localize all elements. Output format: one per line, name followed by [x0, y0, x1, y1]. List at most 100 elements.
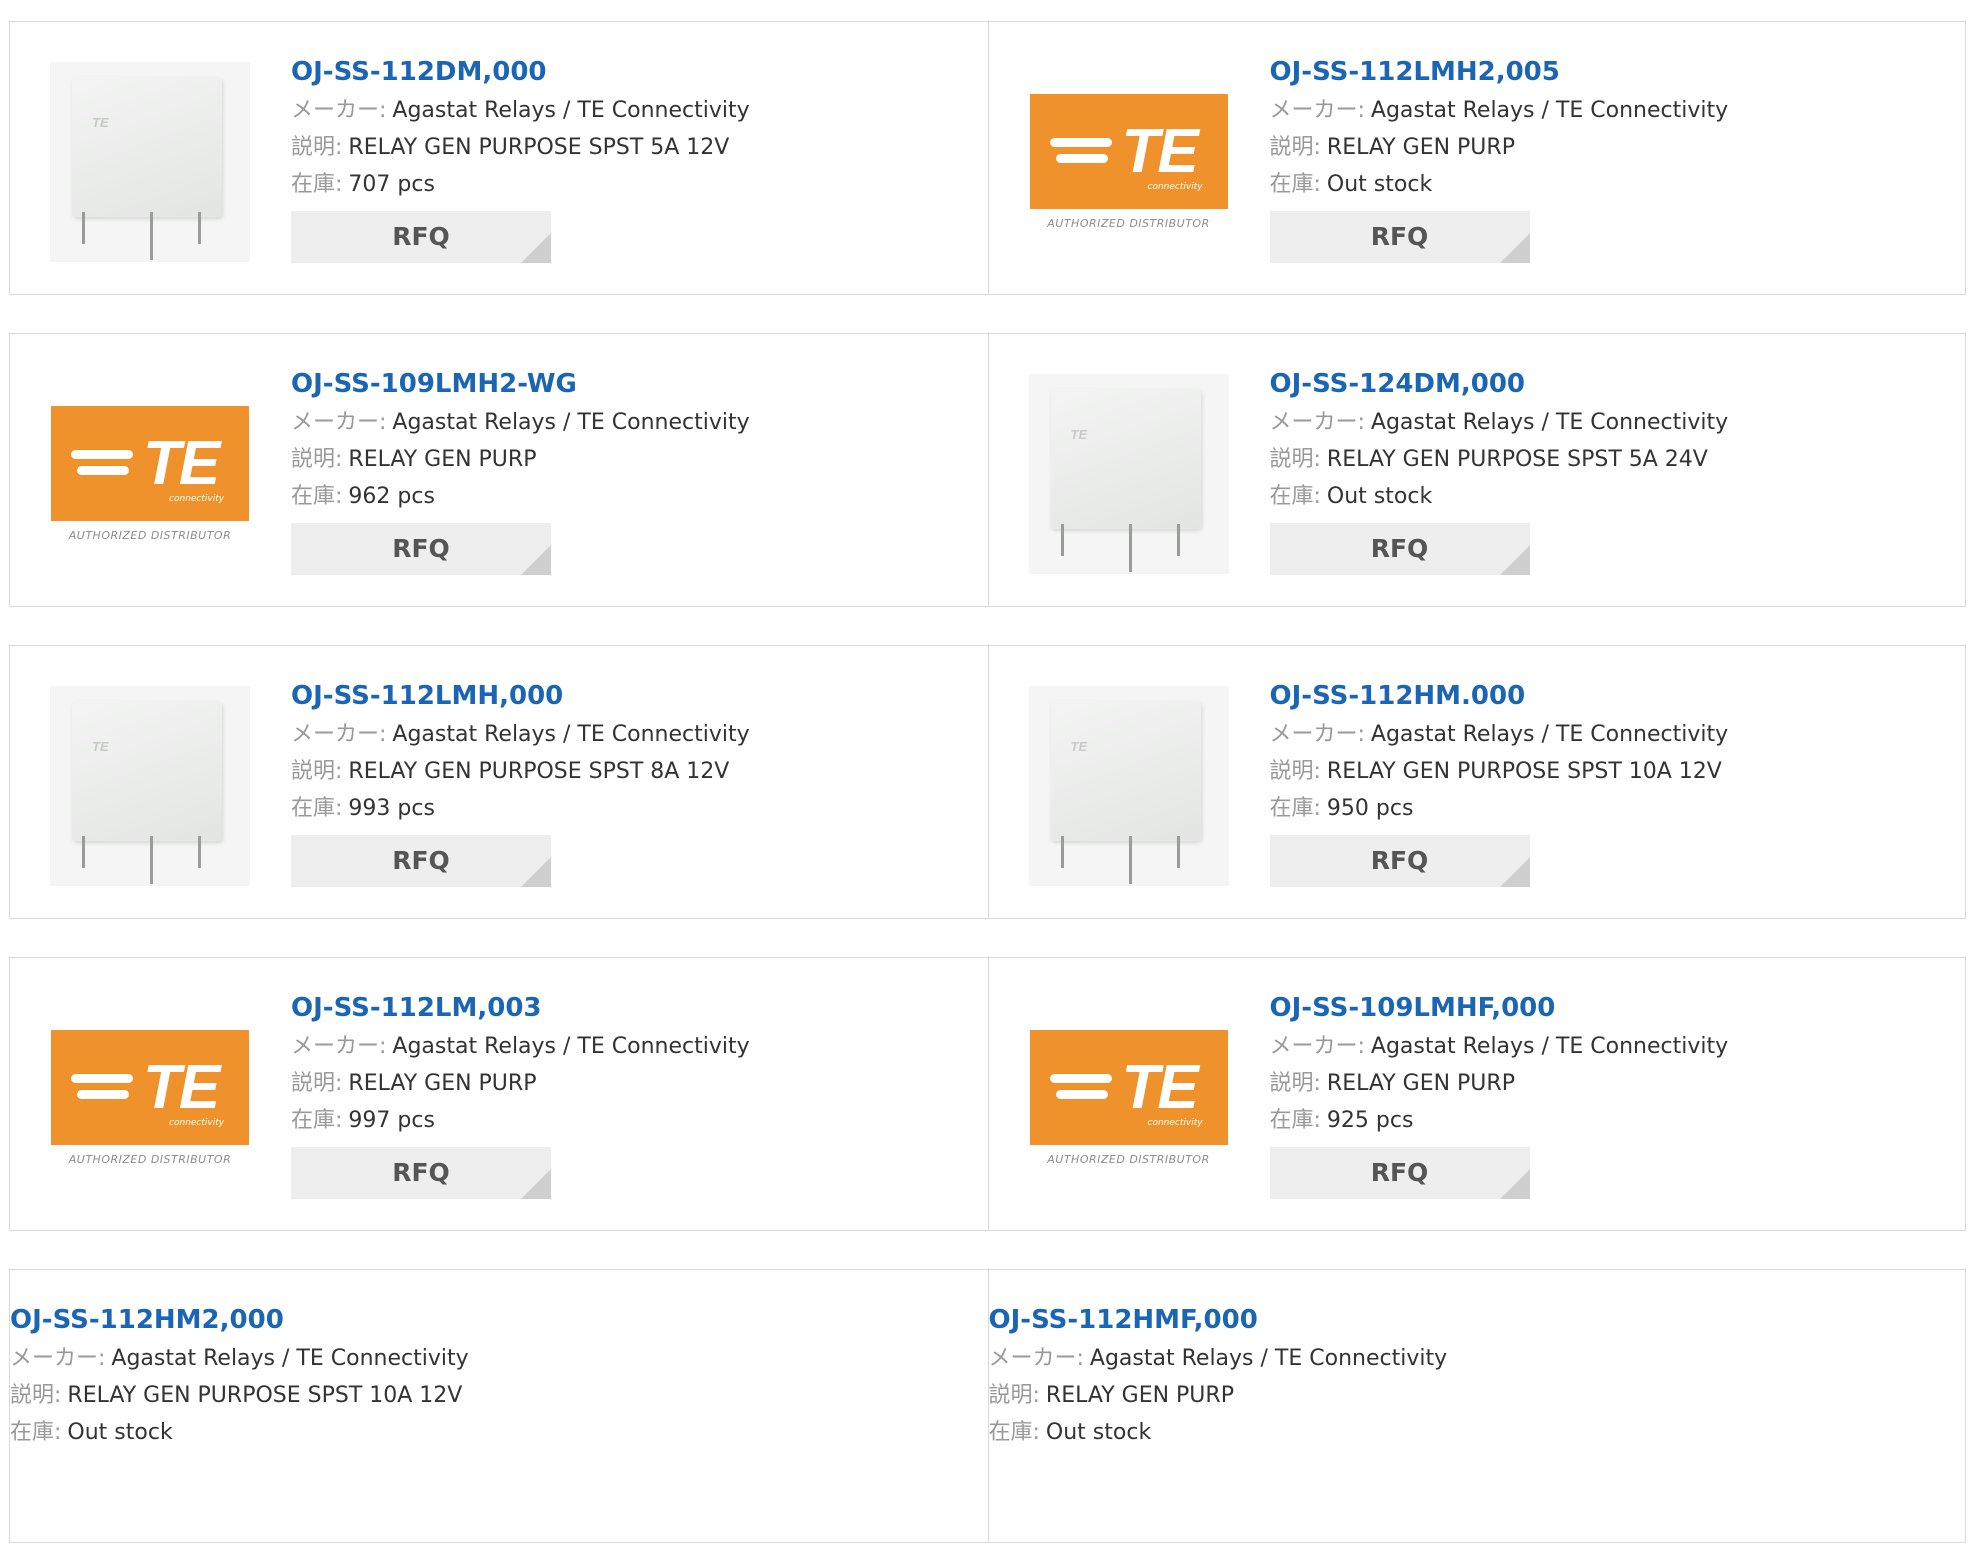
- stock-value: Out stock: [67, 1420, 173, 1445]
- rfq-button[interactable]: RFQ: [1269, 211, 1530, 263]
- relay-product-image: TE: [1028, 374, 1229, 574]
- te-logo-image: TE connectivity AUTHORIZED DISTRIBUTOR: [50, 406, 250, 542]
- product-info: OJ-SS-124DM,000 メーカー: Agastat Relays / TE …: [1269, 364, 1729, 575]
- product-thumbnail[interactable]: TE: [50, 62, 250, 262]
- authorized-distributor-text: AUTHORIZED DISTRIBUTOR: [68, 1153, 232, 1166]
- description-line: 説明: RELAY GEN PURP: [1270, 129, 1729, 166]
- product-thumbnail[interactable]: TE connectivity AUTHORIZED DISTRIBUTOR: [1029, 998, 1229, 1198]
- product-thumbnail[interactable]: TE: [50, 686, 250, 886]
- te-bar: [1049, 138, 1112, 147]
- maker-label: メーカー:: [1269, 1034, 1365, 1059]
- product-row: TE OJ-SS-112DM,000 メーカー: Agastat Relays / T…: [9, 21, 1966, 295]
- stock-value: 950 pcs: [1326, 796, 1414, 821]
- maker-line: メーカー: Agastat Relays / TE Connectivity: [1270, 92, 1729, 129]
- rfq-button[interactable]: RFQ: [1269, 835, 1530, 887]
- product-title-link[interactable]: OJ-SS-112LMH2,005: [1270, 52, 1729, 92]
- product-card: OJ-SS-112HM2,000 メーカー: Agastat Relays / TE…: [10, 1270, 988, 1542]
- relay-body: TE: [1050, 389, 1201, 529]
- te-logo-subtext: connectivity: [1147, 182, 1203, 192]
- stock-value: 925 pcs: [1326, 1108, 1414, 1133]
- maker-value: Agastat Relays / TE Connectivity: [1089, 1346, 1448, 1371]
- maker-label: メーカー:: [1269, 410, 1365, 435]
- stock-label: 在庫:: [291, 1108, 343, 1133]
- rfq-button[interactable]: RFQ: [291, 835, 551, 887]
- product-card: TE connectivity AUTHORIZED DISTRIBUTOR OJ-S…: [987, 22, 1966, 294]
- desc-value: RELAY GEN PURP: [1326, 1071, 1515, 1096]
- te-bar: [1055, 154, 1108, 163]
- desc-label: 説明:: [1269, 447, 1321, 472]
- te-logo-bars: [1049, 138, 1112, 170]
- relay-te-mark: TE: [1070, 427, 1088, 442]
- product-info: OJ-SS-112LM,003 メーカー: Agastat Relays / TE …: [291, 988, 750, 1199]
- stock-line: 在庫: Out stock: [10, 1414, 469, 1451]
- authorized-distributor-text: AUTHORIZED DISTRIBUTOR: [68, 529, 232, 542]
- desc-label: 説明:: [291, 759, 343, 784]
- product-thumbnail[interactable]: TE: [1028, 374, 1229, 574]
- desc-value: RELAY GEN PURPOSE SPST 10A 12V: [67, 1383, 463, 1408]
- maker-label: メーカー:: [291, 98, 387, 123]
- relay-product-image: TE: [50, 62, 250, 262]
- maker-line: メーカー: Agastat Relays / TE Connectivity: [291, 1028, 750, 1065]
- product-card: TE connectivity AUTHORIZED DISTRIBUTOR OJ-S…: [10, 958, 988, 1230]
- product-thumbnail[interactable]: TE connectivity AUTHORIZED DISTRIBUTOR: [50, 374, 250, 574]
- product-title-link[interactable]: OJ-SS-112LM,003: [291, 988, 750, 1028]
- product-thumbnail[interactable]: TE connectivity AUTHORIZED DISTRIBUTOR: [1029, 62, 1229, 262]
- maker-line: メーカー: Agastat Relays / TE Connectivity: [1270, 716, 1729, 753]
- stock-label: 在庫:: [10, 1420, 62, 1445]
- product-title-link[interactable]: OJ-SS-124DM,000: [1270, 364, 1729, 404]
- description-line: 説明: RELAY GEN PURPOSE SPST 8A 12V: [291, 753, 750, 790]
- product-card: TE connectivity AUTHORIZED DISTRIBUTOR OJ-S…: [10, 334, 988, 606]
- rfq-button[interactable]: RFQ: [291, 211, 551, 263]
- product-title-link[interactable]: OJ-SS-112HMF,000: [989, 1300, 1448, 1340]
- maker-value: Agastat Relays / TE Connectivity: [1370, 722, 1729, 747]
- rfq-corner-decoration: [1499, 857, 1530, 887]
- product-thumbnail[interactable]: TE: [1028, 686, 1229, 886]
- maker-line: メーカー: Agastat Relays / TE Connectivity: [291, 404, 750, 441]
- stock-line: 在庫: 993 pcs: [291, 790, 750, 827]
- te-logo-text: TE: [1121, 117, 1199, 186]
- te-logo-box: TE connectivity: [1029, 1030, 1228, 1145]
- maker-value: Agastat Relays / TE Connectivity: [1370, 410, 1729, 435]
- product-info: OJ-SS-112HMF,000 メーカー: Agastat Relays / TE…: [989, 1300, 1448, 1451]
- rfq-label: RFQ: [1370, 534, 1429, 563]
- desc-value: RELAY GEN PURP: [348, 1071, 537, 1096]
- relay-te-mark: TE: [1070, 739, 1088, 754]
- stock-label: 在庫:: [1269, 484, 1321, 509]
- stock-value: 707 pcs: [348, 172, 435, 197]
- rfq-button[interactable]: RFQ: [291, 1147, 551, 1199]
- te-logo-subtext: connectivity: [169, 1118, 225, 1128]
- te-bar: [1055, 1090, 1108, 1099]
- description-line: 説明: RELAY GEN PURPOSE SPST 5A 24V: [1270, 441, 1729, 478]
- product-title-link[interactable]: OJ-SS-109LMH2-WG: [291, 364, 750, 404]
- product-row: TE connectivity AUTHORIZED DISTRIBUTOR OJ-S…: [9, 957, 1966, 1231]
- stock-value: Out stock: [1045, 1420, 1152, 1445]
- te-logo-subtext: connectivity: [1147, 1118, 1203, 1128]
- product-title-link[interactable]: OJ-SS-112DM,000: [291, 52, 750, 92]
- te-bar: [71, 1074, 133, 1083]
- product-title-link[interactable]: OJ-SS-112HM2,000: [10, 1300, 469, 1340]
- te-logo-text: TE: [143, 1053, 220, 1122]
- relay-pin: [1176, 836, 1180, 868]
- te-bar: [77, 1090, 129, 1099]
- product-title-link[interactable]: OJ-SS-112HM.000: [1270, 676, 1729, 716]
- rfq-corner-decoration: [521, 857, 551, 887]
- maker-label: メーカー:: [291, 1034, 387, 1059]
- maker-line: メーカー: Agastat Relays / TE Connectivity: [989, 1340, 1448, 1377]
- stock-line: 在庫: 962 pcs: [291, 478, 750, 515]
- rfq-corner-decoration: [1499, 1169, 1530, 1199]
- product-thumbnail[interactable]: TE connectivity AUTHORIZED DISTRIBUTOR: [50, 998, 250, 1198]
- rfq-button[interactable]: RFQ: [1269, 1147, 1530, 1199]
- rfq-button[interactable]: RFQ: [291, 523, 551, 575]
- relay-pin: [1128, 524, 1132, 572]
- relay-pin: [82, 836, 85, 868]
- product-title-link[interactable]: OJ-SS-109LMHF,000: [1270, 988, 1729, 1028]
- relay-pin: [82, 212, 85, 244]
- maker-value: Agastat Relays / TE Connectivity: [392, 410, 750, 435]
- maker-value: Agastat Relays / TE Connectivity: [392, 1034, 750, 1059]
- te-bar: [77, 466, 129, 475]
- product-card: TE OJ-SS-124DM,000 メーカー: Agastat Relays / T…: [987, 334, 1966, 606]
- relay-pin: [150, 212, 153, 260]
- product-title-link[interactable]: OJ-SS-112LMH,000: [291, 676, 750, 716]
- rfq-button[interactable]: RFQ: [1269, 523, 1530, 575]
- rfq-corner-decoration: [1499, 233, 1530, 263]
